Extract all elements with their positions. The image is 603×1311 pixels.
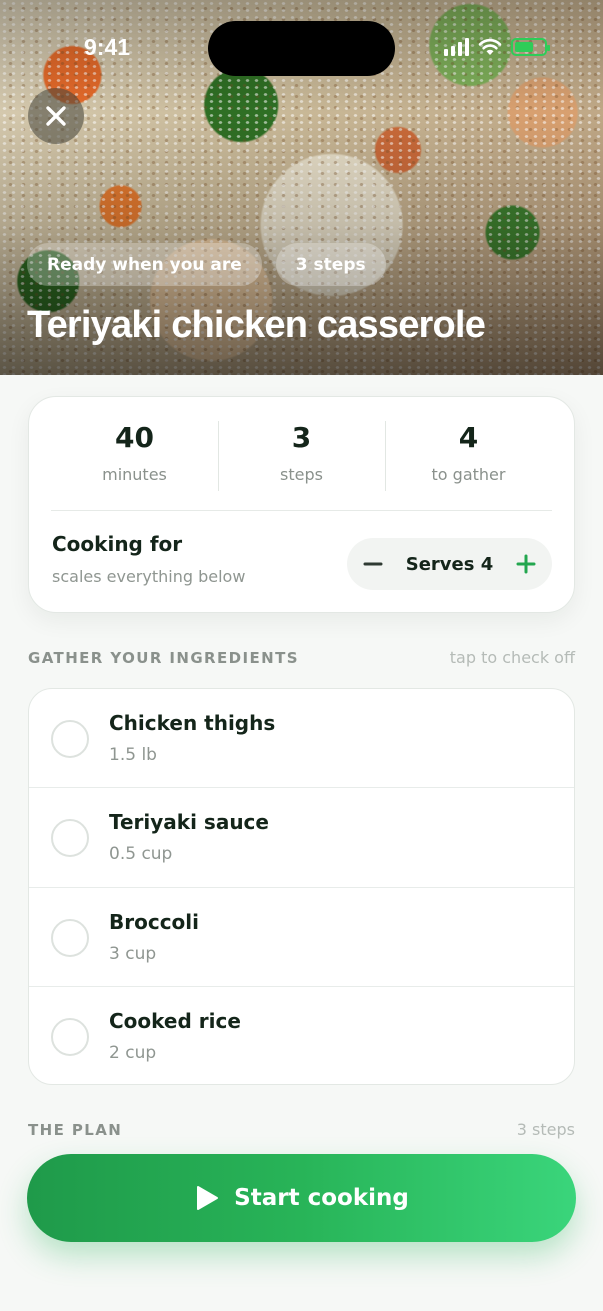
start-cooking-button[interactable]: Start cooking <box>27 1154 576 1242</box>
stat-label: minutes <box>102 465 167 484</box>
ingredient-item[interactable]: Teriyaki sauce 0.5 cup <box>29 788 574 888</box>
check-circle[interactable] <box>51 819 89 858</box>
ingredients-list: Chicken thighs 1.5 lb Teriyaki sauce 0.5… <box>28 688 575 1085</box>
cooking-for-title: Cooking for <box>52 532 183 556</box>
play-icon <box>197 1186 219 1210</box>
pill-ready: Ready when you are <box>27 243 262 286</box>
ingredient-name: Broccoli <box>109 909 200 934</box>
stat-value: 3 <box>291 421 312 454</box>
ingredient-qty: 2 cup <box>109 1042 157 1063</box>
ingredient-item[interactable]: Chicken thighs 1.5 lb <box>29 689 574 789</box>
stat-steps: 3 steps <box>218 421 385 491</box>
serves-stepper: Serves 4 <box>347 538 552 590</box>
divider <box>51 510 552 511</box>
signal-icon <box>444 38 469 56</box>
ingredients-header: GATHER YOUR INGREDIENTS tap to check off <box>28 648 575 667</box>
start-cooking-label: Start cooking <box>234 1185 409 1211</box>
recipe-screen: 9:41 Ready when you are 3 steps Teriyaki… <box>0 0 603 1311</box>
close-button[interactable] <box>28 88 84 144</box>
pill-steps: 3 steps <box>275 243 386 286</box>
stat-label: to gather <box>431 465 506 484</box>
stats-card: 40 minutes 3 steps 4 to gather Cooking f… <box>28 396 575 613</box>
check-circle[interactable] <box>51 1017 89 1056</box>
stat-minutes: 40 minutes <box>51 421 218 491</box>
section-note: tap to check off <box>449 648 575 667</box>
ingredient-item[interactable]: Cooked rice 2 cup <box>29 987 574 1084</box>
status-icons <box>444 38 550 56</box>
ingredient-item[interactable]: Broccoli 3 cup <box>29 888 574 987</box>
plan-header: THE PLAN 3 steps <box>28 1120 575 1139</box>
stat-gather: 4 to gather <box>385 421 552 491</box>
hero-pills: Ready when you are 3 steps <box>27 243 386 286</box>
cooking-for-subtitle: scales everything below <box>52 567 246 586</box>
ingredient-name: Teriyaki sauce <box>109 810 269 835</box>
serves-label: Serves 4 <box>405 553 494 575</box>
check-circle[interactable] <box>51 720 89 758</box>
ingredient-name: Cooked rice <box>109 1008 241 1033</box>
section-title: GATHER YOUR INGREDIENTS <box>28 648 299 667</box>
stat-label: steps <box>280 465 323 484</box>
dynamic-island <box>208 21 395 76</box>
battery-icon <box>511 38 550 56</box>
minus-icon[interactable] <box>363 554 383 574</box>
wifi-icon <box>478 38 502 55</box>
stat-value: 4 <box>458 421 479 454</box>
recipe-title: Teriyaki chicken casserole <box>27 304 486 346</box>
ingredient-qty: 1.5 lb <box>109 745 157 765</box>
section-title: THE PLAN <box>28 1120 123 1139</box>
section-note: 3 steps <box>516 1120 575 1139</box>
ingredient-name: Chicken thighs <box>109 711 276 735</box>
check-circle[interactable] <box>51 918 89 957</box>
stats-row: 40 minutes 3 steps 4 to gather <box>51 421 552 491</box>
status-time: 9:41 <box>84 34 131 60</box>
ingredient-qty: 0.5 cup <box>109 844 173 865</box>
stat-value: 40 <box>115 421 154 454</box>
ingredient-qty: 3 cup <box>109 943 157 964</box>
close-icon <box>46 106 66 126</box>
plus-icon[interactable] <box>516 554 536 574</box>
